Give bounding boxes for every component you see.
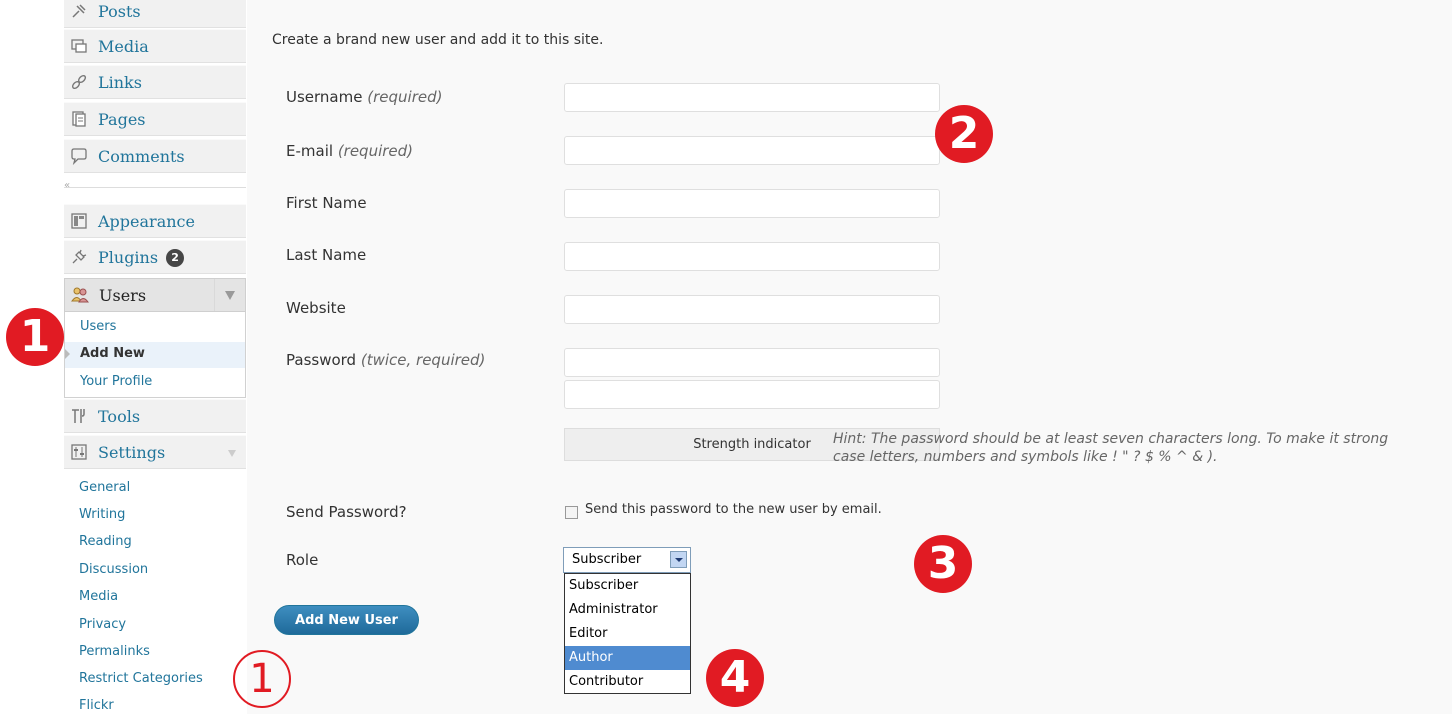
link-icon [70, 73, 88, 91]
settings-submenu: General Writing Reading Discussion Media… [64, 470, 246, 714]
pages-icon [70, 110, 88, 128]
role-option-editor[interactable]: Editor [565, 622, 690, 646]
menu-settings[interactable]: Settings [64, 435, 246, 469]
submenu-add-new[interactable]: Add New [80, 346, 145, 361]
menu-comments[interactable]: Comments [64, 139, 246, 173]
update-count-badge: 2 [166, 249, 185, 267]
submenu-flickr[interactable]: Flickr [79, 698, 114, 713]
send-password-checkbox[interactable] [565, 506, 578, 519]
send-password-text: Send this password to the new user by em… [585, 502, 882, 517]
menu-separator [64, 187, 246, 188]
collapse-menu-icon[interactable]: « [64, 180, 70, 191]
callout-1-outline: 1 [233, 650, 291, 708]
first-name-label: First Name [286, 194, 367, 212]
chevron-down-icon[interactable] [228, 450, 236, 457]
username-field[interactable] [564, 83, 940, 112]
menu-label: Settings [98, 443, 166, 462]
role-selected-value: Subscriber [572, 552, 642, 567]
dropdown-button[interactable] [670, 551, 687, 568]
pushpin-icon [70, 2, 88, 20]
submenu-general[interactable]: General [79, 480, 130, 495]
add-new-user-button[interactable]: Add New User [274, 605, 419, 635]
menu-pages[interactable]: Pages [64, 102, 246, 136]
menu-label: Users [99, 286, 147, 305]
users-submenu: Users Add New Your Profile [64, 312, 246, 398]
menu-links[interactable]: Links [64, 65, 246, 99]
plugin-icon [70, 248, 88, 266]
role-label: Role [286, 551, 319, 569]
submenu-writing[interactable]: Writing [79, 507, 125, 522]
menu-media[interactable]: Media [64, 29, 246, 63]
submenu-discussion[interactable]: Discussion [79, 562, 148, 577]
media-icon [70, 37, 88, 55]
callout-1: 1 [6, 308, 64, 366]
users-icon [71, 286, 89, 304]
menu-label: Appearance [98, 212, 195, 231]
email-field[interactable] [564, 136, 940, 165]
submenu-your-profile[interactable]: Your Profile [80, 374, 152, 389]
password-field[interactable] [564, 348, 940, 377]
menu-label: Links [98, 73, 142, 92]
role-option-author[interactable]: Author [565, 646, 690, 670]
menu-label: Posts [98, 2, 141, 21]
first-name-field[interactable] [564, 189, 940, 218]
chevron-down-icon [225, 291, 235, 300]
role-option-subscriber[interactable]: Subscriber [565, 574, 690, 598]
menu-label: Media [98, 37, 149, 56]
password-confirm-field[interactable] [564, 380, 940, 409]
menu-label: Plugins 2 [98, 248, 185, 267]
users-toggle[interactable] [214, 279, 245, 311]
submenu-media[interactable]: Media [79, 589, 118, 604]
email-label: E-mail (required) [286, 142, 414, 160]
settings-icon [70, 443, 88, 461]
website-field[interactable] [564, 295, 940, 324]
page-intro: Create a brand new user and add it to th… [272, 32, 604, 48]
send-password-label: Send Password? [286, 503, 407, 521]
submenu-reading[interactable]: Reading [79, 534, 132, 549]
role-option-administrator[interactable]: Administrator [565, 598, 690, 622]
menu-users[interactable]: Users [64, 278, 246, 312]
chevron-down-icon [675, 558, 683, 562]
menu-label: Tools [98, 407, 141, 426]
callout-2: 2 [935, 105, 993, 163]
last-name-field[interactable] [564, 242, 940, 271]
menu-label: Pages [98, 110, 146, 129]
callout-4: 4 [706, 649, 764, 707]
submenu-restrict-categories[interactable]: Restrict Categories [79, 671, 203, 686]
tools-icon [70, 407, 88, 425]
role-options-list: Subscriber Administrator Editor Author C… [564, 573, 691, 694]
appearance-icon [70, 212, 88, 230]
comment-icon [70, 147, 88, 165]
menu-appearance[interactable]: Appearance [64, 204, 246, 238]
submenu-privacy[interactable]: Privacy [79, 617, 126, 632]
submenu-permalinks[interactable]: Permalinks [79, 644, 150, 659]
menu-tools[interactable]: Tools [64, 399, 246, 433]
submenu-users[interactable]: Users [80, 319, 116, 334]
password-label: Password (twice, required) [286, 351, 486, 369]
password-hint: Hint: The password should be at least se… [833, 431, 1389, 465]
role-option-contributor[interactable]: Contributor [565, 670, 690, 694]
menu-label: Comments [98, 147, 185, 166]
callout-3: 3 [914, 535, 972, 593]
username-label: Username (required) [286, 88, 443, 106]
menu-plugins[interactable]: Plugins 2 [64, 240, 246, 274]
website-label: Website [286, 299, 346, 317]
current-caret-icon [65, 349, 70, 359]
menu-posts[interactable]: Posts [64, 0, 246, 28]
role-select[interactable]: Subscriber [563, 547, 691, 573]
last-name-label: Last Name [286, 246, 367, 264]
